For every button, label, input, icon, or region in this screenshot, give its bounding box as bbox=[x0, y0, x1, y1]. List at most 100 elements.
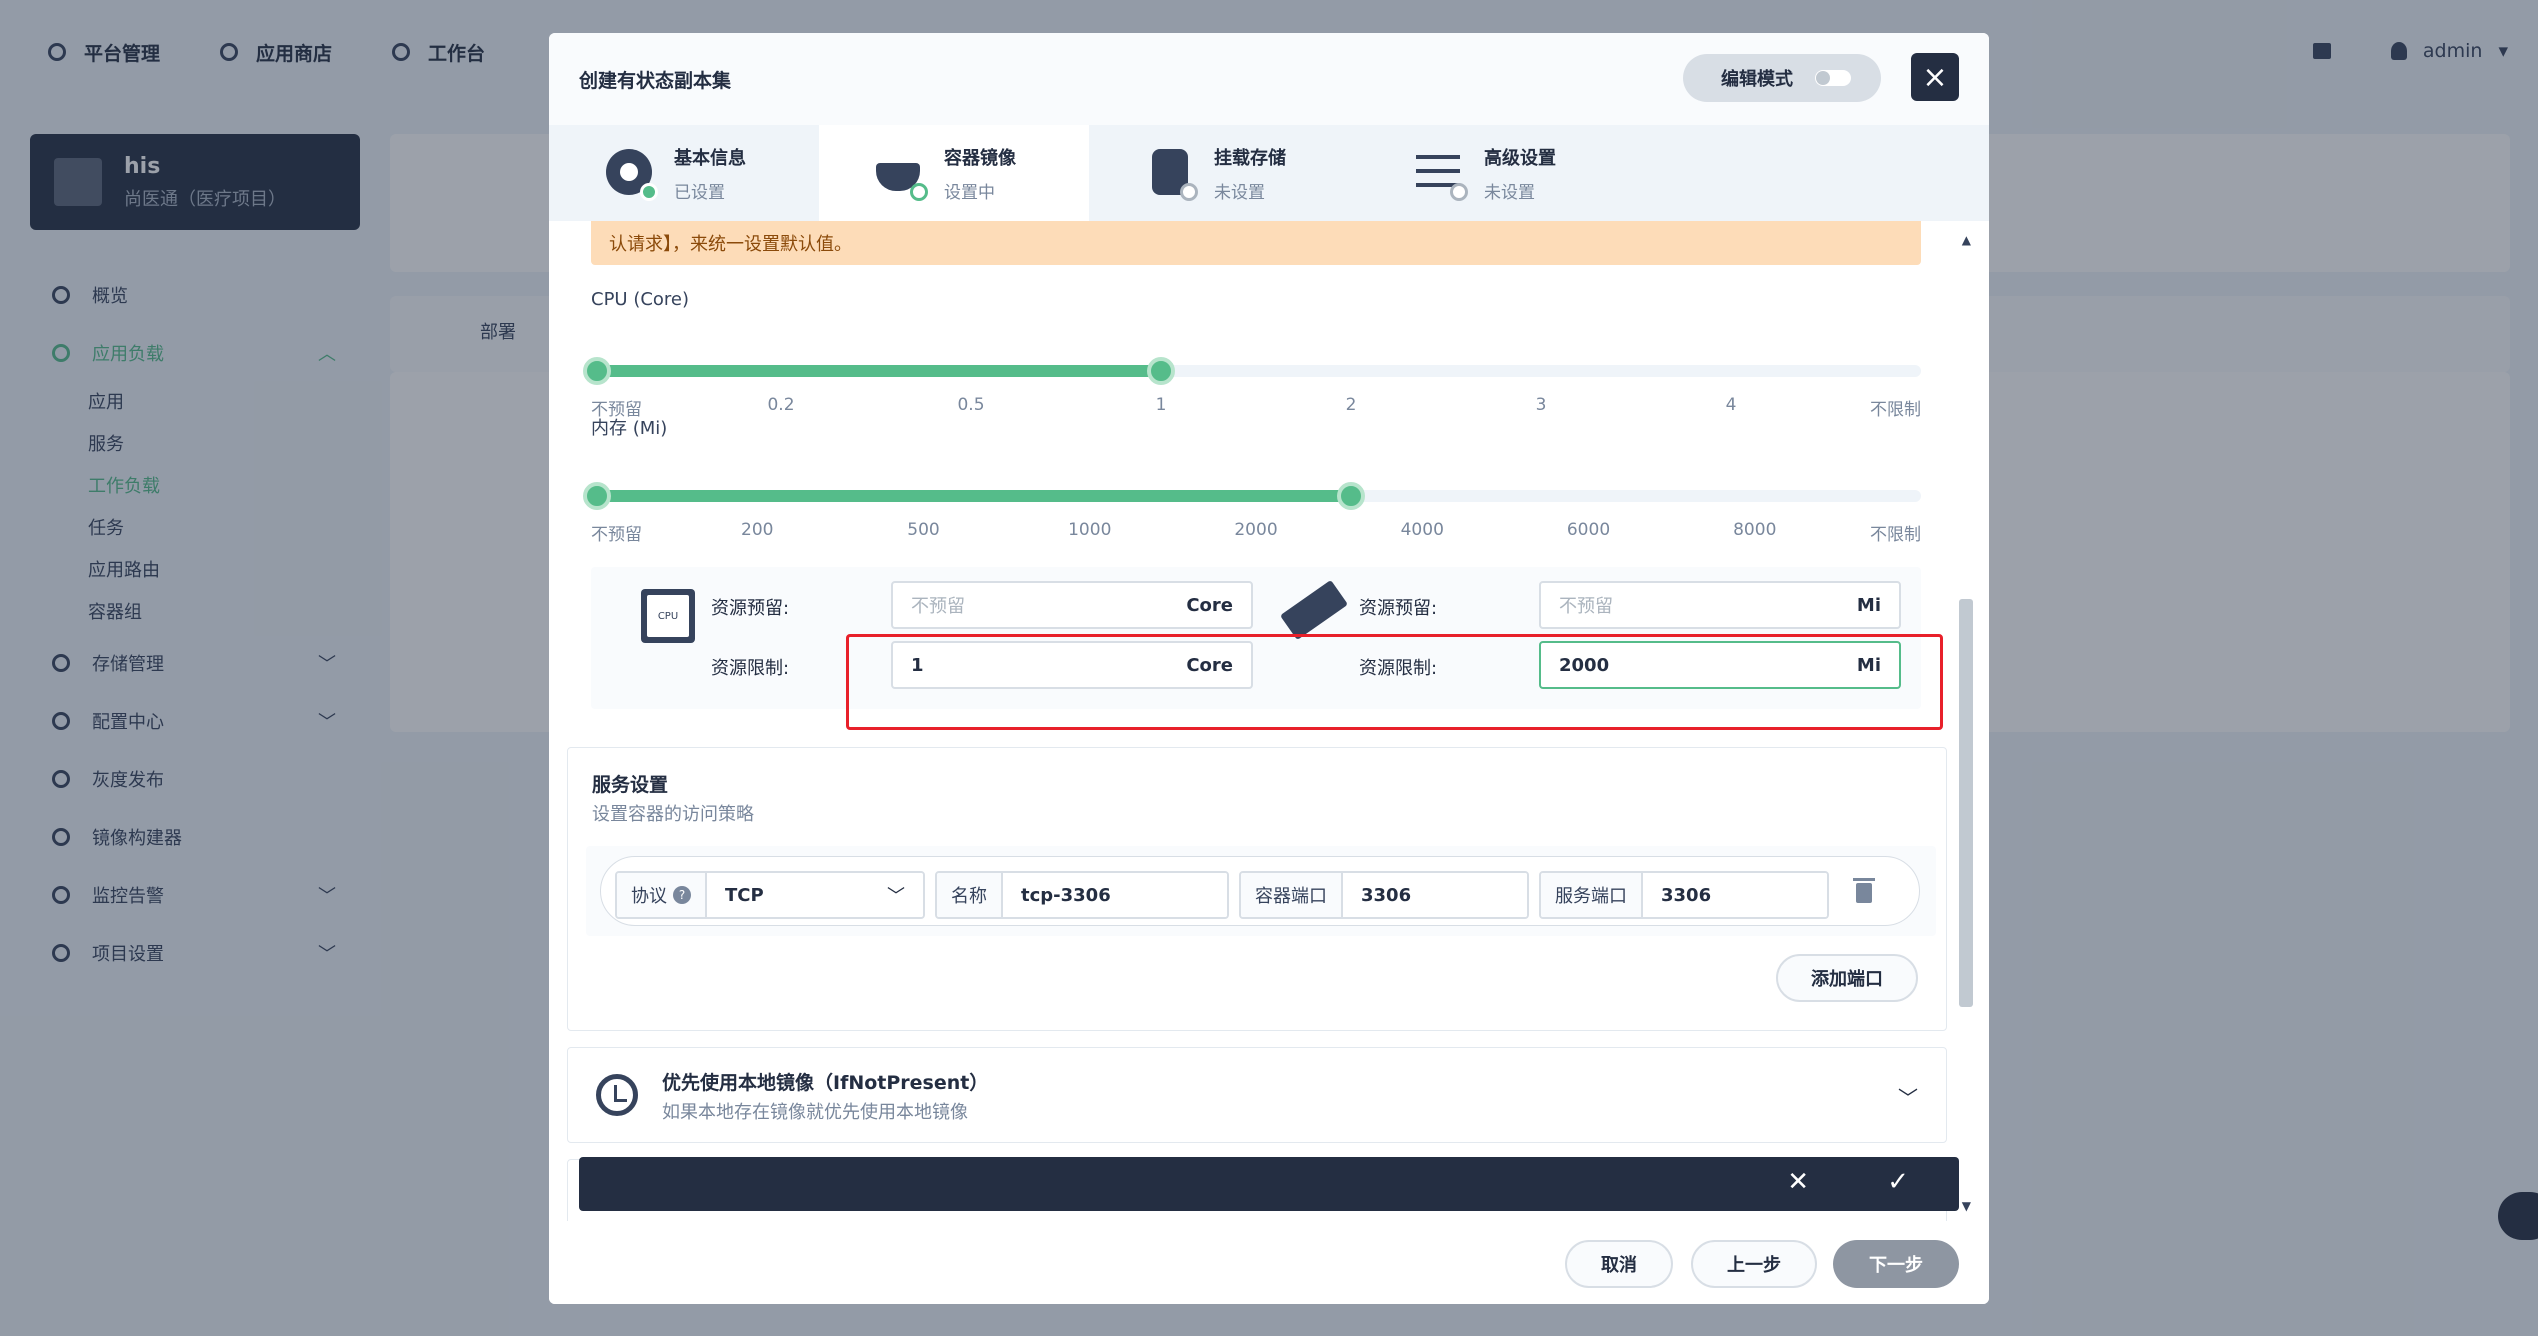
memory-reserve-handle[interactable] bbox=[583, 482, 611, 510]
edit-mode-label: 编辑模式 bbox=[1721, 69, 1793, 90]
memory-tick: 500 bbox=[907, 520, 940, 540]
cpu-tick: 3 bbox=[1535, 395, 1547, 415]
step-title: 高级设置 bbox=[1484, 147, 1556, 169]
protocol-select[interactable]: 协议? TCP ﹀ bbox=[615, 871, 925, 919]
floating-tools-button[interactable] bbox=[2498, 1192, 2538, 1240]
image-pull-policy-section[interactable]: 优先使用本地镜像（IfNotPresent） 如果本地存在镜像就优先使用本地镜像… bbox=[567, 1047, 1947, 1143]
protocol-value: TCP ﹀ bbox=[707, 873, 923, 917]
port-name-label: 名称 bbox=[937, 873, 1003, 917]
memory-slider[interactable] bbox=[583, 482, 1921, 510]
step-advanced-settings[interactable]: 高级设置 未设置 bbox=[1359, 125, 1629, 221]
memory-tick: 8000 bbox=[1733, 520, 1777, 540]
help-icon[interactable]: ? bbox=[673, 886, 691, 904]
protocol-label: 协议? bbox=[617, 873, 707, 917]
step-container-image[interactable]: 容器镜像 设置中 bbox=[819, 125, 1089, 221]
close-icon: × bbox=[1922, 59, 1948, 95]
cpu-slider[interactable] bbox=[583, 357, 1921, 385]
cpu-reserve-input[interactable]: 不预留 Core bbox=[891, 581, 1253, 629]
step-status: 已设置 bbox=[674, 182, 725, 203]
confirm-edit-icon[interactable]: ✓ bbox=[1887, 1167, 1909, 1197]
memory-chip-icon bbox=[1280, 579, 1348, 641]
service-port-field[interactable]: 服务端口 3306 bbox=[1539, 871, 1829, 919]
close-button[interactable]: × bbox=[1911, 53, 1959, 101]
cpu-reserve-unit: Core bbox=[1186, 594, 1233, 616]
service-settings-title: 服务设置 bbox=[592, 774, 669, 796]
resource-warning: 认请求】，来统一设置默认值。 bbox=[591, 221, 1921, 265]
next-button[interactable]: 下一步 bbox=[1833, 1240, 1959, 1288]
modal-footer: 取消 上一步 下一步 bbox=[549, 1221, 1989, 1304]
add-port-button[interactable]: 添加端口 bbox=[1776, 954, 1918, 1002]
scrollbar-thumb[interactable] bbox=[1959, 599, 1973, 1007]
sliders-icon bbox=[1414, 147, 1468, 201]
port-name-field[interactable]: 名称 tcp-3306 bbox=[935, 871, 1229, 919]
pull-policy-subtitle: 如果本地存在镜像就优先使用本地镜像 bbox=[662, 1102, 968, 1123]
service-port-label: 服务端口 bbox=[1541, 873, 1643, 917]
pull-policy-title: 优先使用本地镜像（IfNotPresent） bbox=[662, 1072, 989, 1094]
memory-reserve-unit: Mi bbox=[1856, 594, 1881, 616]
step-status: 未设置 bbox=[1484, 182, 1535, 203]
port-list: 协议? TCP ﹀ 名称 tcp-3306 容器端口 3306 服务端口 3306 bbox=[586, 846, 1936, 936]
port-name-value: tcp-3306 bbox=[1003, 873, 1227, 917]
memory-limit-handle[interactable] bbox=[1336, 482, 1365, 510]
step-title: 基本信息 bbox=[674, 147, 746, 169]
service-settings-section: 服务设置 设置容器的访问策略 协议? TCP ﹀ 名称 tcp-3306 容器端口… bbox=[567, 747, 1947, 1031]
step-basic-info[interactable]: 基本信息 已设置 bbox=[549, 125, 819, 221]
toggle-switch[interactable] bbox=[1815, 70, 1851, 86]
container-port-value: 3306 bbox=[1343, 873, 1527, 917]
cpu-reserve-placeholder: 不预留 bbox=[911, 596, 965, 617]
cpu-reserve-handle[interactable] bbox=[583, 357, 611, 385]
cpu-chip-icon: CPU bbox=[641, 589, 695, 643]
cpu-tick: 2 bbox=[1345, 395, 1357, 415]
memory-tick: 不预留 bbox=[591, 525, 642, 545]
highlight-annotation-box bbox=[846, 634, 1943, 730]
modal-title: 创建有状态副本集 bbox=[579, 69, 732, 92]
step-title: 容器镜像 bbox=[944, 147, 1016, 169]
create-statefulset-modal: 创建有状态副本集 编辑模式 × 基本信息 已设置 容器镜像 设置中 挂载存储 未… bbox=[549, 33, 1989, 1304]
cpu-reserve-label: 资源预留: bbox=[711, 598, 790, 619]
scroll-up-arrow[interactable]: ▲ bbox=[1962, 233, 1971, 247]
service-port-value: 3306 bbox=[1643, 873, 1827, 917]
step-status: 设置中 bbox=[944, 182, 995, 203]
container-port-field[interactable]: 容器端口 3306 bbox=[1239, 871, 1529, 919]
memory-reserve-input[interactable]: 不预留 Mi bbox=[1539, 581, 1901, 629]
memory-tick: 2000 bbox=[1234, 520, 1278, 540]
edit-confirm-bar: ✕ ✓ bbox=[579, 1157, 1959, 1211]
memory-reserve-label: 资源预留: bbox=[1359, 598, 1438, 619]
step-title: 挂载存储 bbox=[1214, 147, 1286, 169]
cpu-tick: 4 bbox=[1725, 395, 1737, 415]
container-port-label: 容器端口 bbox=[1241, 873, 1343, 917]
memory-tick: 4000 bbox=[1400, 520, 1444, 540]
disc-icon bbox=[604, 147, 658, 201]
cpu-slider-fill bbox=[591, 365, 1162, 377]
cancel-button[interactable]: 取消 bbox=[1565, 1240, 1673, 1288]
step-status: 未设置 bbox=[1214, 182, 1265, 203]
cpu-tick: 0.2 bbox=[767, 395, 795, 415]
step-mount-storage[interactable]: 挂载存储 未设置 bbox=[1089, 125, 1359, 221]
cancel-edit-icon[interactable]: ✕ bbox=[1787, 1167, 1809, 1197]
memory-reserve-placeholder: 不预留 bbox=[1559, 596, 1613, 617]
trash-icon[interactable] bbox=[1853, 878, 1875, 903]
memory-slider-ticks: 不预留 200 500 1000 2000 4000 6000 8000 不限制 bbox=[591, 520, 1921, 545]
cpu-limit-label: 资源限制: bbox=[711, 658, 790, 679]
memory-tick: 不限制 bbox=[1870, 525, 1921, 545]
cpu-slider-label: CPU (Core) bbox=[591, 289, 690, 310]
modal-body: 认请求】，来统一设置默认值。 CPU (Core) 不预留 0.2 0.5 1 2 3 4 不… bbox=[549, 221, 1989, 1221]
cpu-tick: 1 bbox=[1155, 395, 1167, 415]
chevron-down-icon[interactable]: ﹀ bbox=[1898, 1082, 1918, 1111]
modal-header: 创建有状态副本集 编辑模式 × bbox=[549, 33, 1989, 125]
edit-mode-toggle[interactable]: 编辑模式 bbox=[1683, 54, 1881, 102]
hard-drive-icon bbox=[1144, 147, 1198, 201]
cpu-chip-label: CPU bbox=[647, 595, 689, 637]
port-row: 协议? TCP ﹀ 名称 tcp-3306 容器端口 3306 服务端口 3306 bbox=[600, 856, 1920, 926]
cpu-tick: 0.5 bbox=[957, 395, 985, 415]
history-icon bbox=[596, 1074, 638, 1116]
cpu-limit-handle[interactable] bbox=[1147, 357, 1176, 385]
scroll-down-arrow[interactable]: ▼ bbox=[1962, 1199, 1971, 1213]
docker-icon bbox=[874, 147, 928, 201]
memory-tick: 200 bbox=[741, 520, 774, 540]
cpu-slider-ticks: 不预留 0.2 0.5 1 2 3 4 不限制 bbox=[591, 395, 1921, 420]
previous-button[interactable]: 上一步 bbox=[1691, 1240, 1817, 1288]
memory-tick: 1000 bbox=[1068, 520, 1112, 540]
cpu-tick: 不限制 bbox=[1870, 400, 1921, 420]
memory-slider-label: 内存 (Mi) bbox=[591, 418, 668, 439]
